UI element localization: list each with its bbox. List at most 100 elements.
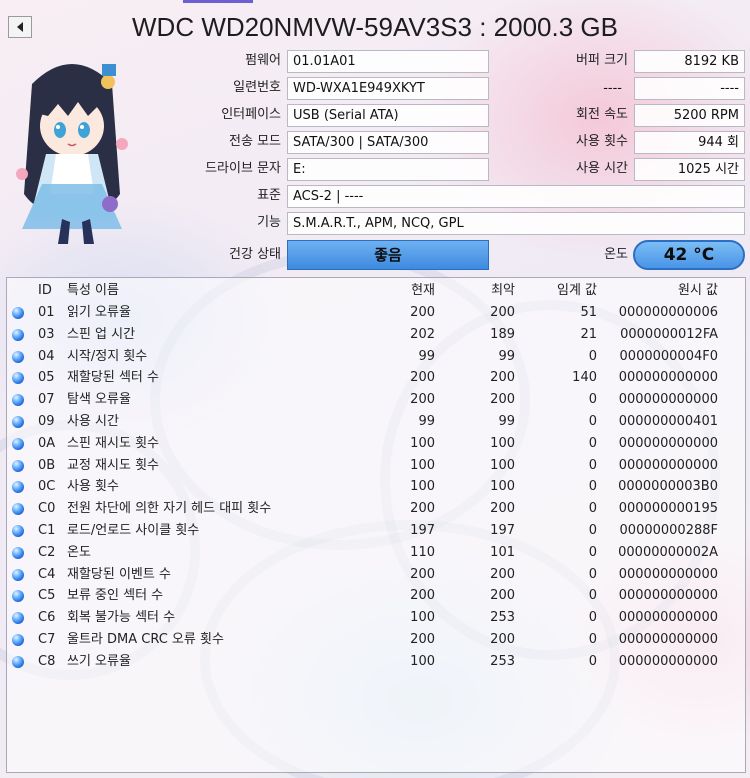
header-worst[interactable]: 최악 [447, 280, 515, 302]
attribute-current: 99 [418, 348, 435, 364]
attribute-worst: 100 [490, 479, 515, 495]
table-row[interactable]: 04 시작/정지 횟수 99 99 0 0000000004F0 [7, 346, 745, 368]
attribute-threshold: 21 [580, 326, 597, 342]
title-accent-line [183, 0, 253, 3]
attribute-id: C2 [38, 544, 56, 560]
header-id[interactable]: ID [38, 280, 52, 302]
attribute-current: 200 [410, 632, 435, 647]
serial-label: 일련번호 [233, 80, 281, 95]
attribute-threshold: 0 [588, 544, 597, 560]
drive-title: WDC WD20NMVW-59AV3S3 : 2000.3 GB [132, 12, 618, 42]
status-good-icon [12, 546, 24, 559]
table-row[interactable]: 03 스핀 업 시간 202 189 21 0000000012FA [7, 324, 745, 346]
table-row[interactable]: 07 탐색 오류율 200 200 0 000000000000 [7, 389, 745, 411]
attribute-raw-value: 000000000000 [618, 457, 718, 473]
status-good-icon [12, 394, 24, 407]
attribute-current: 197 [410, 523, 435, 538]
table-row[interactable]: C2 온도 110 101 0 00000000002A [7, 542, 745, 564]
attribute-raw-value: 000000000000 [618, 588, 718, 604]
attribute-threshold: 0 [588, 588, 597, 604]
status-good-icon [12, 328, 24, 341]
health-status-button[interactable]: 좋음 [287, 240, 489, 270]
attribute-threshold: 0 [588, 523, 597, 538]
firmware-field: 01.01A01 [287, 50, 489, 73]
attribute-raw-value: 00000000288F [619, 523, 718, 538]
attribute-worst: 253 [490, 653, 515, 669]
attribute-id: C8 [38, 653, 56, 669]
power-on-count-field: 944 회 [634, 131, 745, 154]
table-row[interactable]: 01 읽기 오류율 200 200 51 000000000006 [7, 302, 745, 324]
table-row[interactable]: C0 전원 차단에 의한 자기 헤드 대피 횟수 200 200 0 0000000001… [7, 498, 745, 520]
table-row[interactable]: C4 재할당된 이벤트 수 200 200 0 000000000000 [7, 564, 745, 586]
attribute-id: 0B [38, 457, 56, 473]
table-row[interactable]: C7 울트라 DMA CRC 오류 횟수 200 200 0 000000000000 [7, 629, 745, 651]
table-row[interactable]: 0B 교정 재시도 횟수 100 100 0 000000000000 [7, 455, 745, 477]
status-good-icon [12, 590, 24, 603]
attribute-current: 200 [410, 501, 435, 517]
attribute-name: 재할당된 이벤트 수 [67, 566, 171, 582]
attribute-worst: 100 [490, 435, 515, 451]
attribute-current: 100 [410, 479, 435, 495]
header-current[interactable]: 현재 [367, 280, 435, 302]
status-good-icon [12, 307, 24, 319]
status-good-icon [12, 568, 24, 581]
table-row[interactable]: C6 회복 불가능 섹터 수 100 253 0 000000000000 [7, 607, 745, 629]
table-row[interactable]: 09 사용 시간 99 99 0 000000000401 [7, 411, 745, 433]
attribute-id: C6 [38, 610, 56, 626]
table-row[interactable]: 0A 스핀 재시도 횟수 100 100 0 000000000000 [7, 433, 745, 455]
attribute-current: 99 [418, 414, 435, 429]
rotation-rate-field: 5200 RPM [634, 104, 745, 127]
attribute-raw-value: 000000000006 [618, 305, 718, 320]
attribute-raw-value: 000000000000 [618, 632, 718, 647]
attribute-raw-value: 000000000195 [618, 501, 718, 517]
status-good-icon [12, 437, 24, 450]
attribute-threshold: 0 [588, 435, 597, 451]
attribute-current: 100 [410, 457, 435, 473]
attribute-raw-value: 000000000000 [618, 370, 718, 386]
status-good-icon [12, 372, 24, 385]
attribute-threshold: 0 [588, 610, 597, 626]
table-row[interactable]: C8 쓰기 오류율 100 253 0 000000000000 [7, 651, 745, 673]
smart-attributes-table: ID 특성 이름 현재 최악 임계 값 원시 값 01 읽기 오류율 200 200 5… [6, 277, 746, 773]
attribute-id: C1 [38, 523, 56, 538]
attribute-raw-value: 000000000000 [618, 566, 718, 582]
attribute-raw-value: 00000000002A [618, 544, 718, 560]
table-row[interactable]: 0C 사용 횟수 100 100 0 0000000003B0 [7, 476, 745, 498]
table-row[interactable]: C1 로드/언로드 사이클 횟수 197 197 0 00000000288F [7, 520, 745, 542]
attribute-threshold: 140 [572, 370, 597, 386]
attribute-id: C7 [38, 632, 56, 647]
attribute-threshold: 0 [588, 457, 597, 473]
attribute-current: 200 [410, 588, 435, 604]
attribute-id: C4 [38, 566, 56, 582]
attribute-worst: 200 [490, 392, 515, 408]
table-row[interactable]: C5 보류 중인 섹터 수 200 200 0 000000000000 [7, 585, 745, 607]
status-good-icon [12, 416, 24, 428]
temperature-button[interactable]: 42 °C [633, 240, 745, 270]
attribute-worst: 200 [490, 370, 515, 386]
transfer-mode-label: 전송 모드 [229, 134, 281, 149]
attribute-threshold: 0 [588, 653, 597, 669]
drive-letter-label: 드라이브 문자 [205, 161, 281, 176]
attribute-id: C0 [38, 501, 56, 517]
status-good-icon [12, 655, 24, 668]
attribute-raw-value: 000000000000 [618, 392, 718, 408]
features-label: 기능 [257, 215, 281, 230]
attribute-threshold: 0 [588, 392, 597, 408]
header-name[interactable]: 특성 이름 [67, 280, 119, 302]
attribute-raw-value: 0000000012FA [620, 326, 718, 342]
attribute-threshold: 0 [588, 479, 597, 495]
transfer-mode-field: SATA/300 | SATA/300 [287, 131, 489, 154]
standard-field: ACS-2 | ---- [287, 185, 745, 208]
attribute-name: 전원 차단에 의한 자기 헤드 대피 횟수 [67, 501, 272, 517]
status-good-icon [12, 612, 24, 625]
table-header: ID 특성 이름 현재 최악 임계 값 원시 값 [7, 280, 745, 302]
header-threshold[interactable]: 임계 값 [527, 280, 597, 302]
header-raw-value[interactable]: 원시 값 [612, 280, 718, 302]
power-on-hours-label: 사용 시간 [576, 161, 628, 176]
attribute-id: 03 [38, 326, 55, 342]
rotation-rate-label: 회전 속도 [576, 107, 628, 122]
attribute-current: 200 [410, 305, 435, 320]
table-row[interactable]: 05 재할당된 섹터 수 200 200 140 000000000000 [7, 367, 745, 389]
attribute-name: 사용 횟수 [67, 479, 119, 495]
attribute-worst: 200 [490, 566, 515, 582]
